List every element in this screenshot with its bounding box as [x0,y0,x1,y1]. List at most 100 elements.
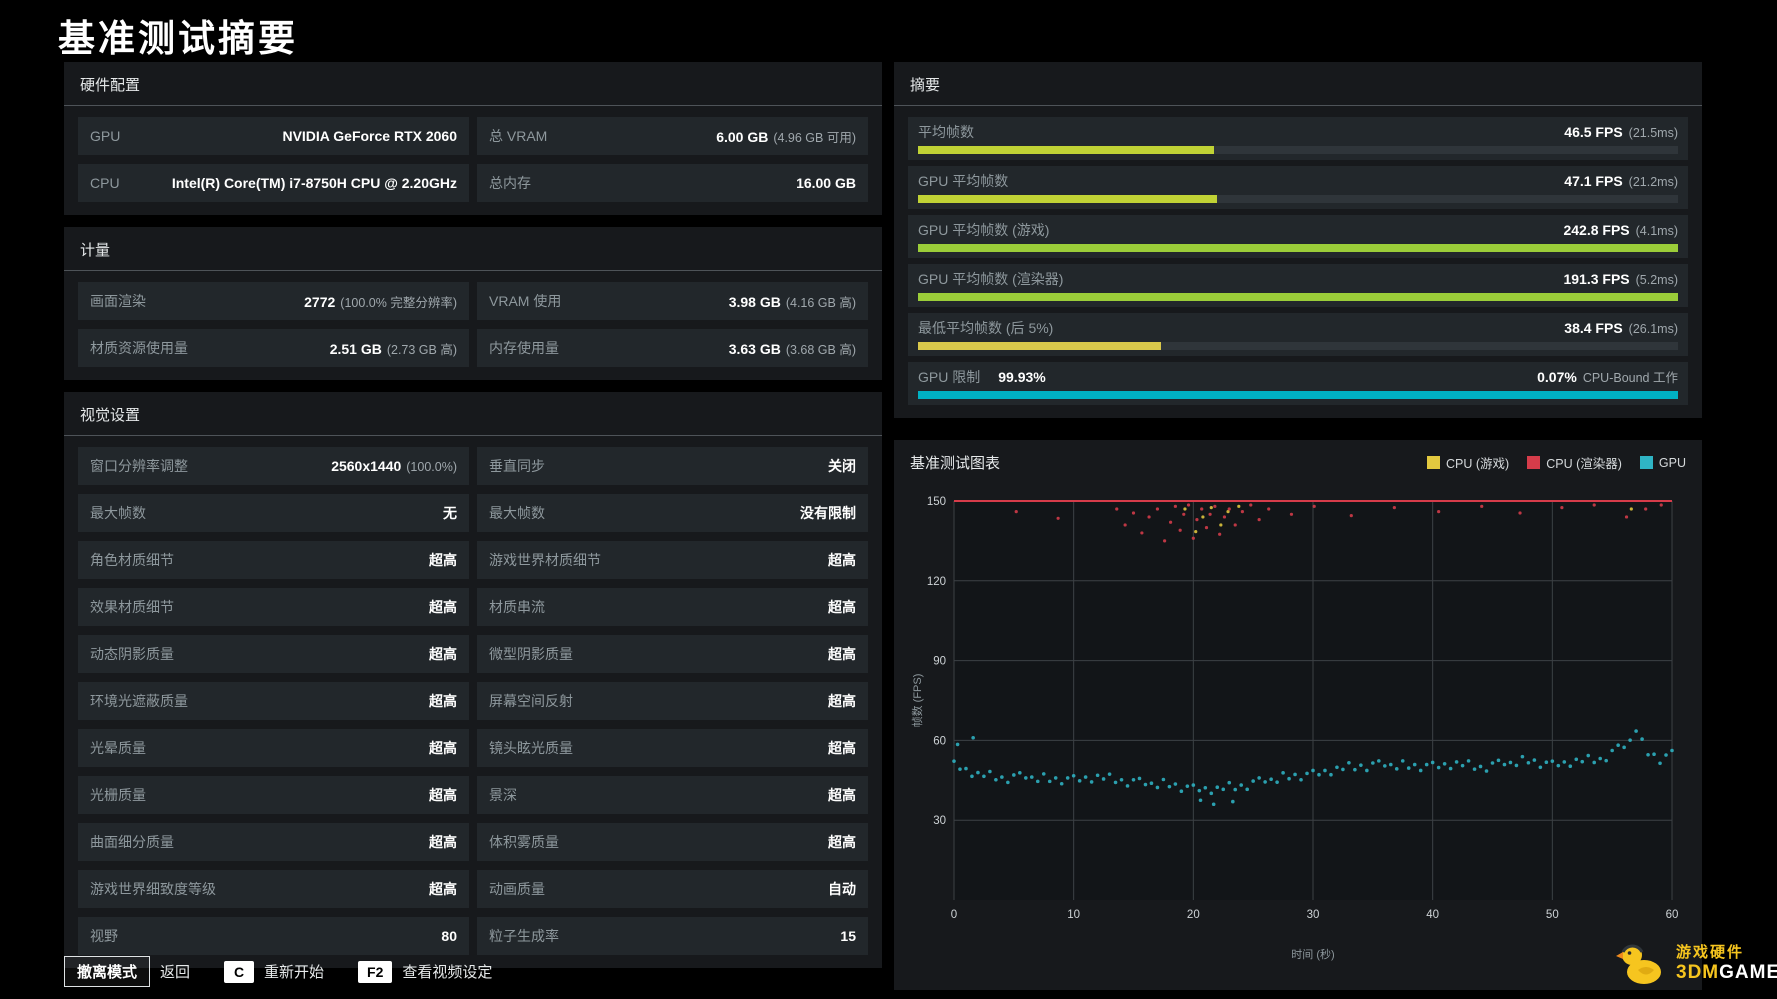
setting-value-extra: (3.68 GB 高) [785,342,856,357]
setting-value: 关闭 [828,456,856,476]
scatter-point-gpu [1383,764,1387,768]
setting-value-main: 6.00 GB [716,128,769,145]
action-return[interactable]: 撤离模式 返回 [64,956,190,987]
setting-cell: 动画质量 自动 [477,870,868,908]
scatter-point-cpu-renderer [1437,510,1441,514]
settings-row: 动态阴影质量 超高 微型阴影质量 超高 [78,635,868,673]
legend-swatch [1527,456,1541,469]
setting-value: 超高 [429,738,457,758]
y-tick-label: 150 [927,496,946,508]
setting-cell: 游戏世界材质细节 超高 [477,541,868,579]
setting-cell: 体积雾质量 超高 [477,823,868,861]
settings-row: 光晕质量 超高 镜头眩光质量 超高 [78,729,868,767]
scatter-point-gpu [1484,769,1489,773]
scatter-point-gpu [1436,765,1441,770]
summary-metric-left: 平均帧数 [918,122,974,142]
scatter-point-cpu-game [1219,523,1223,527]
panel-visual-title: 视觉设置 [80,407,141,424]
summary-metric-label: GPU 平均帧数 (游戏) [918,222,1050,238]
action-video-settings[interactable]: F2 查看视频设定 [358,960,492,983]
key-badge-f2[interactable]: F2 [358,960,393,983]
scatter-point-gpu [1502,762,1507,767]
scatter-point-cpu-renderer [1289,512,1294,516]
setting-value-main: 超高 [429,834,457,850]
metrics-rows: 画面渲染 2772 (100.0% 完整分辨率) VRAM 使用 3.98 GB (4.1… [64,282,882,367]
setting-value-main: 超高 [429,599,457,615]
setting-value: 超高 [429,644,457,664]
right-column: 摘要 平均帧数 46.5 FPS (21.5ms) GPU 平均帧数 47.1 FPS (… [894,62,1702,990]
setting-cell: 角色材质细节 超高 [78,541,469,579]
summary-metric-left: GPU 平均帧数 [918,171,1008,191]
action-return-label: 返回 [160,964,191,981]
summary-metric-value: 242.8 FPS (4.1ms) [1563,222,1678,240]
setting-value: NVIDIA GeForce RTX 2060 [282,128,457,144]
key-badge-c[interactable]: C [224,960,255,983]
setting-value-main: 3.63 GB [728,340,781,357]
scatter-point-gpu [1185,784,1190,788]
scatter-point-gpu [1335,765,1339,770]
summary-metric-line: GPU 平均帧数 (游戏) 242.8 FPS (4.1ms) [918,220,1678,240]
setting-label: 环境光遮蔽质量 [90,693,188,709]
action-restart-label: 重新开始 [264,964,325,981]
setting-label: 光晕质量 [90,740,146,756]
setting-value: 超高 [828,691,856,711]
setting-value: 超高 [828,785,856,805]
y-tick-label: 30 [933,815,946,827]
scatter-point-gpu [1580,759,1585,764]
scatter-point-gpu [1287,776,1291,781]
setting-value: 超高 [828,738,856,758]
setting-value-main: NVIDIA GeForce RTX 2060 [282,128,457,144]
scatter-point-cpu-renderer [1659,503,1663,507]
summary-bar-fill [918,391,1678,399]
scatter-point-gpu [1221,787,1226,792]
scatter-point-gpu [970,774,974,779]
setting-label: 画面渲染 [90,293,146,309]
scatter-point-cpu-renderer [1249,503,1253,507]
scatter-point-gpu [955,742,960,747]
panel-metrics: 计量 画面渲染 2772 (100.0% 完整分辨率) VRAM 使用 3.98 GB (… [64,227,882,380]
logo-line2: 3DMGAME [1676,962,1777,984]
setting-value: 超高 [828,550,856,570]
scatter-point-gpu [1532,758,1537,762]
action-restart[interactable]: C 重新开始 [224,960,325,983]
scatter-point-gpu [1197,788,1202,793]
scatter-point-cpu-renderer [1257,518,1261,522]
setting-cell: 效果材质细节 超高 [78,588,469,626]
scatter-point-gpu [1024,776,1028,780]
setting-label: 曲面细分质量 [90,834,174,850]
scatter-point-gpu [1071,773,1076,778]
settings-row: 视野 80 粒子生成率 15 [78,917,868,955]
chart-area: 0 10 20 30 40 50 60 30 60 90 120 150 帧数 (FPS) 时间 (秒) [894,487,1702,977]
scatter-point-gpu [1574,757,1579,762]
setting-cell: 曲面细分质量 超高 [78,823,469,861]
x-tick-label: 20 [1187,909,1200,921]
scatter-point-cpu-renderer [1056,516,1060,520]
scatter-point-gpu [1586,753,1591,758]
panel-summary-title: 摘要 [910,77,941,94]
setting-cell: 视野 80 [78,917,469,955]
scatter-point-cpu-renderer [1233,523,1237,527]
scatter-point-gpu [1359,763,1363,767]
key-badge-exit-mode[interactable]: 撤离模式 [64,956,151,987]
setting-cell: 粒子生成率 15 [477,917,868,955]
setting-cell: 画面渲染 2772 (100.0% 完整分辨率) [78,282,469,320]
setting-cell: 光晕质量 超高 [78,729,469,767]
summary-bar-track [918,342,1678,350]
scatter-point-cpu-renderer [1155,507,1160,511]
scatter-point-gpu [1198,798,1203,803]
scatter-point-gpu [1239,783,1243,787]
scatter-point-gpu [1406,766,1411,770]
setting-cell: GPU NVIDIA GeForce RTX 2060 [78,117,469,155]
scatter-point-cpu-renderer [1182,512,1186,516]
scatter-point-gpu [1365,768,1369,773]
setting-value-main: 没有限制 [800,505,856,521]
scatter-point-gpu [1251,779,1255,783]
panel-metrics-header: 计量 [64,227,882,271]
scatter-point-cpu-renderer [1624,515,1629,519]
legend-item: CPU (渲染器) [1527,453,1622,472]
x-tick-label: 0 [951,909,957,921]
setting-label: 窗口分辨率调整 [90,458,188,474]
setting-label: 内存使用量 [489,340,559,356]
site-logo: 游戏硬件 3DMGAME [1616,938,1777,990]
summary-metric-value: 47.1 FPS (21.2ms) [1564,173,1678,191]
